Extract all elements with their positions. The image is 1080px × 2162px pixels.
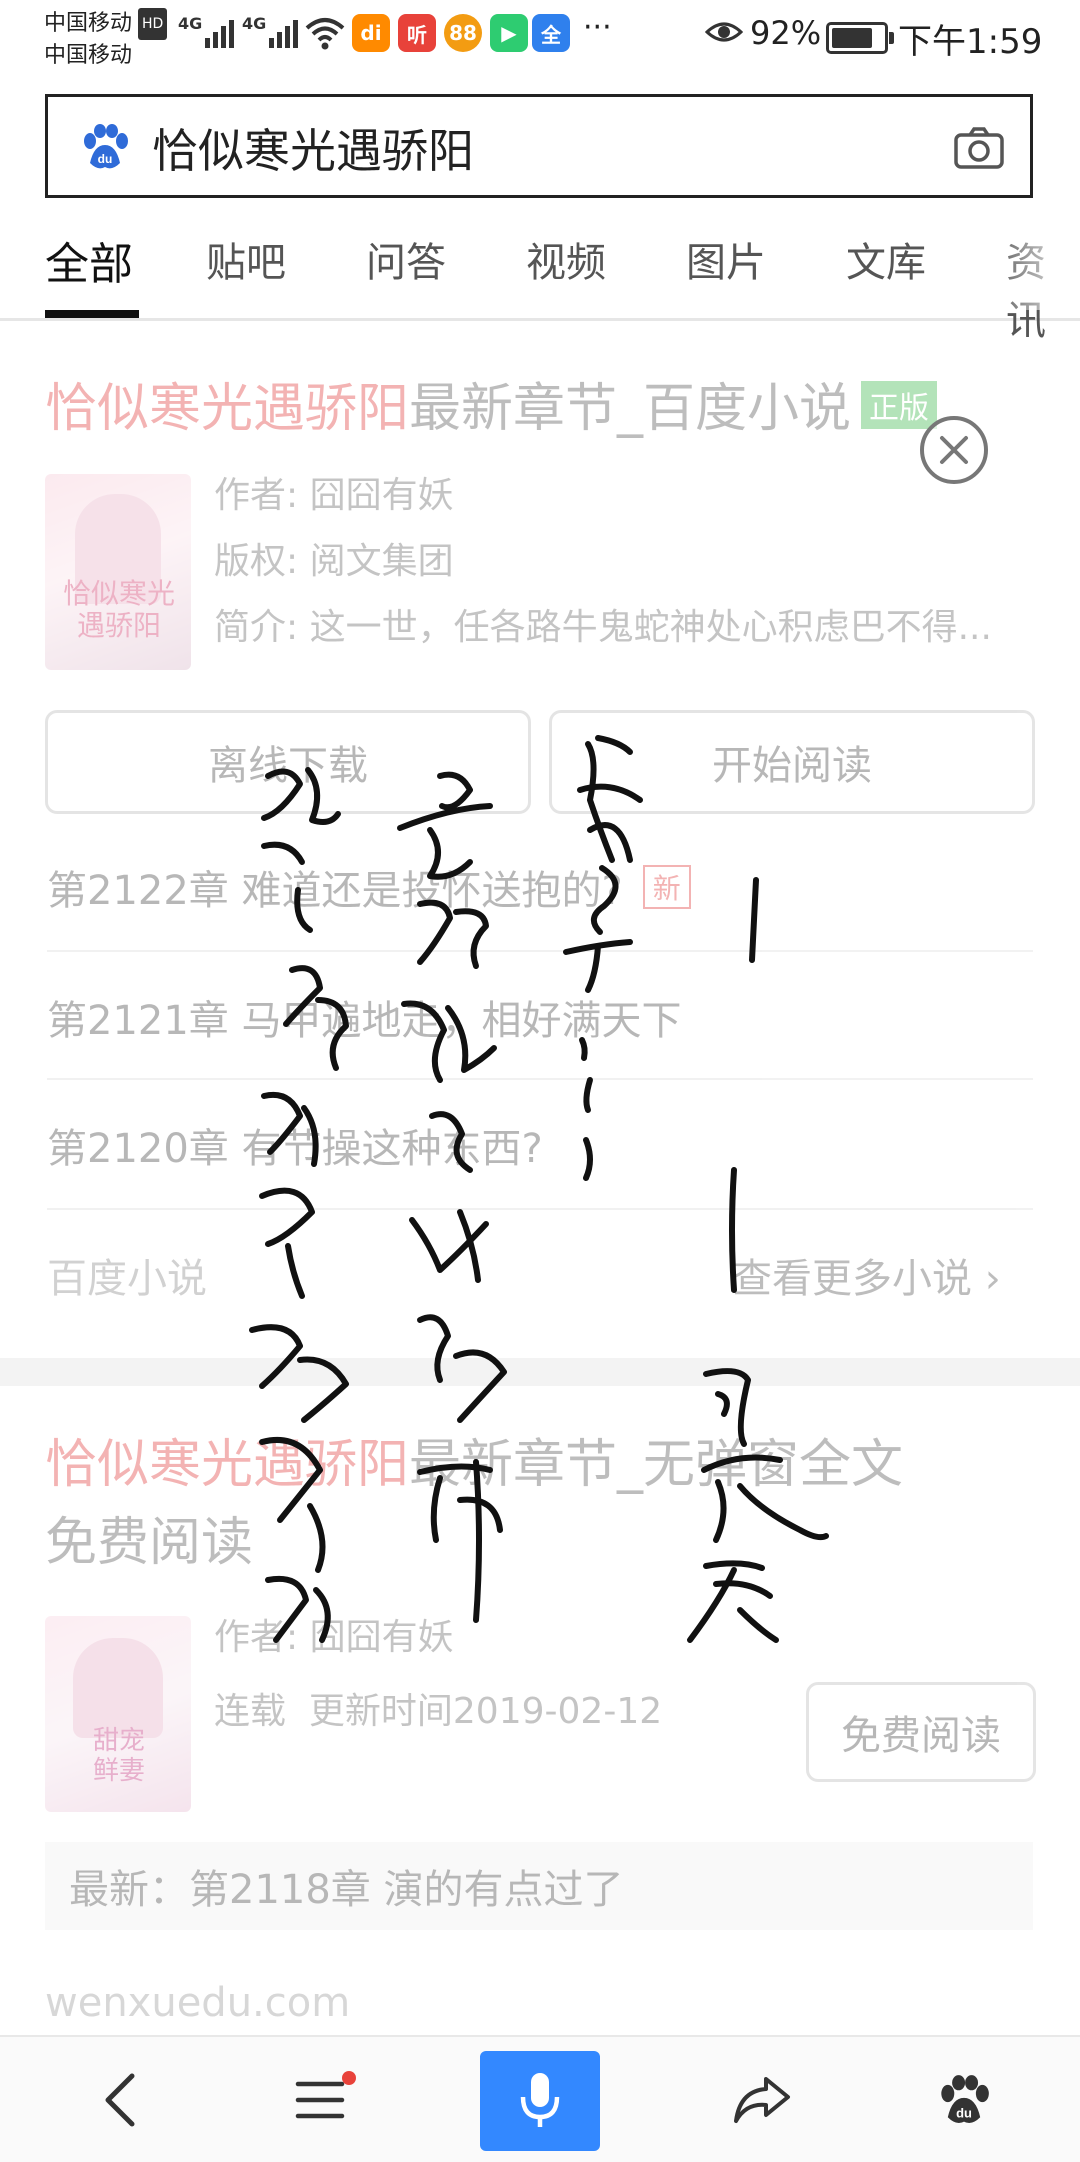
eye-comfort-icon — [704, 18, 744, 52]
close-icon — [920, 416, 988, 484]
search-input[interactable]: 恰似寒光遇骄阳 — [152, 115, 474, 181]
baidu-paw-icon: du — [941, 2074, 989, 2123]
divider — [47, 1078, 1033, 1080]
status-bar: 中国移动 HD 中国移动 4G 4G di 听 88 ▶ 全 ··· 92% 下午… — [0, 0, 1080, 80]
carrier-2: 中国移动 — [44, 43, 133, 68]
result-title[interactable]: 恰似寒光遇骄阳最新章节_无弹窗全文 免费阅读 — [45, 1426, 1035, 1582]
svg-text:du: du — [956, 2105, 972, 2120]
signal-2-icon: 4G — [242, 14, 299, 48]
menu-icon — [295, 2081, 345, 2118]
tabs-fade — [990, 220, 1080, 310]
divider — [47, 950, 1033, 952]
search-tabs: 全部 贴吧 问答 视频 图片 文库 资讯 — [0, 220, 1080, 344]
voice-search-button[interactable] — [480, 2051, 600, 2151]
search-box[interactable]: du 恰似寒光遇骄阳 — [45, 94, 1033, 198]
more-notifications-icon: ··· — [583, 10, 612, 45]
book-cover[interactable]: 恰似寒光 遇骄阳 — [45, 474, 191, 670]
divider — [47, 1208, 1033, 1210]
result-url: wenxuedu.com — [45, 1980, 351, 2026]
wifi-icon — [305, 16, 345, 56]
active-tab-indicator — [45, 310, 139, 318]
battery-icon — [826, 22, 894, 54]
notification-dot — [342, 2071, 356, 2085]
hd-badge: HD — [138, 8, 168, 40]
back-button[interactable] — [80, 2037, 160, 2162]
intro: 简介: 这一世，任各路牛鬼蛇神处心积虑巴不得... — [214, 607, 992, 648]
didi-app-icon: di — [352, 14, 390, 52]
tab-tieba[interactable]: 贴吧 — [206, 230, 286, 288]
chapter-link[interactable]: 第2120章 有节操这种东西? — [47, 1116, 543, 1174]
tingshu-app-icon: 听 — [398, 14, 436, 52]
book-cover[interactable]: 甜宠 鲜妻 — [45, 1616, 191, 1812]
share-icon — [734, 2076, 790, 2123]
result-source: 百度小说 — [47, 1256, 207, 1302]
result-title[interactable]: 恰似寒光遇骄阳最新章节_百度小说 正版 — [45, 366, 938, 441]
copyright: 版权: 阅文集团 — [214, 541, 454, 582]
clock: 下午1:59 — [898, 22, 1043, 62]
new-badge: 新 — [642, 865, 691, 909]
quanmin-app-icon: 全 — [532, 14, 570, 52]
carrier-1: 中国移动 — [44, 11, 133, 36]
battery-percent: 92% — [750, 14, 822, 52]
offline-download-button[interactable]: 离线下载 — [45, 710, 531, 814]
search-results: 恰似寒光遇骄阳最新章节_百度小说 正版 恰似寒光 遇骄阳 作者: 囧囧有妖 版权: … — [0, 320, 1080, 2035]
signal-1-icon: 4G — [178, 14, 235, 48]
chevron-left-icon — [105, 2073, 135, 2126]
tab-images[interactable]: 图片 — [686, 230, 766, 288]
share-button[interactable] — [722, 2037, 802, 2162]
carrier-info: 中国移动 HD 中国移动 — [44, 8, 168, 72]
chapter-link[interactable]: 第2122章 难道还是投怀送抱的? 新 — [47, 858, 691, 916]
status: 连载 更新时间2019-02-12 — [214, 1691, 663, 1732]
more-novels-link[interactable]: 查看更多小说 › — [732, 1246, 1001, 1304]
menu-button[interactable] — [280, 2037, 360, 2162]
tab-all[interactable]: 全部 — [45, 228, 133, 292]
author: 作者: 囧囧有妖 — [214, 475, 454, 516]
video-app-icon: ▶ — [490, 14, 528, 52]
tab-video[interactable]: 视频 — [526, 230, 606, 288]
microphone-icon — [520, 2073, 560, 2127]
baidu-home-button[interactable]: du — [924, 2037, 1004, 2162]
author: 作者: 囧囧有妖 — [214, 1617, 454, 1658]
bottom-nav: du — [0, 2035, 1080, 2162]
camera-icon[interactable] — [954, 127, 1004, 173]
free-read-button[interactable]: 免费阅读 — [806, 1682, 1036, 1782]
tab-qa[interactable]: 问答 — [366, 230, 446, 288]
tab-wenku[interactable]: 文库 — [846, 230, 926, 288]
svg-text:du: du — [98, 152, 113, 166]
baidu-paw-icon: du — [80, 123, 130, 175]
section-gap — [0, 1358, 1080, 1386]
start-reading-button[interactable]: 开始阅读 — [549, 710, 1035, 814]
chevron-right-icon: › — [984, 1256, 1001, 1302]
chapter-link[interactable]: 第2121章 马甲遍地走，相好满天下 — [47, 988, 682, 1046]
game-app-icon: 88 — [444, 14, 482, 52]
latest-chapter[interactable]: 最新：第2118章 演的有点过了 — [45, 1842, 1033, 1930]
close-popup-button[interactable] — [918, 414, 990, 486]
